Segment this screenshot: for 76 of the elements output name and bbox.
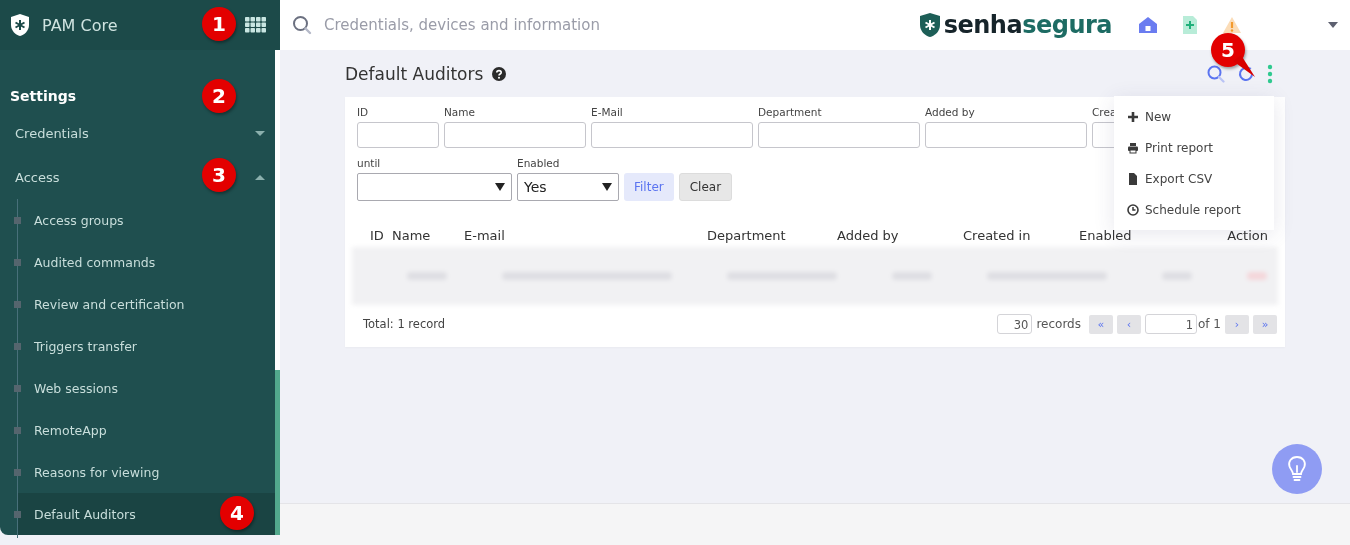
- sidebar-subitem[interactable]: Web sessions: [18, 367, 275, 409]
- shield-logo-icon: [918, 12, 941, 38]
- input-field[interactable]: [444, 122, 586, 148]
- bullet-icon: [14, 384, 21, 392]
- section-title: Settings: [9, 87, 77, 106]
- filter-label: Department: [758, 105, 822, 119]
- column-header[interactable]: Created in: [963, 228, 1031, 243]
- more-icon[interactable]: [1267, 64, 1273, 84]
- home-icon[interactable]: [1138, 16, 1158, 34]
- bullet-icon: [14, 426, 21, 434]
- menu-item[interactable]: Print report: [1114, 132, 1274, 163]
- column-header[interactable]: Added by: [837, 228, 899, 243]
- input-field[interactable]: [591, 122, 753, 148]
- page-number-field[interactable]: 1: [1145, 314, 1197, 334]
- shield-icon: [10, 13, 30, 37]
- input-field[interactable]: [758, 122, 920, 148]
- filter-label: ID: [357, 105, 369, 119]
- column-header[interactable]: Enabled: [1079, 228, 1132, 243]
- sidebar-subitem[interactable]: Access groups: [18, 199, 275, 241]
- caret-down-icon: [495, 183, 505, 191]
- warning-icon[interactable]: [1222, 16, 1242, 34]
- column-header[interactable]: Name: [392, 228, 431, 243]
- select-field[interactable]: Yes: [517, 173, 619, 201]
- scrollbar-thumb[interactable]: [275, 370, 280, 535]
- sidebar-subitem[interactable]: Review and certification: [18, 283, 275, 325]
- search-icon[interactable]: [1207, 65, 1225, 83]
- sidebar-item[interactable]: Access: [15, 169, 60, 185]
- column-header[interactable]: E-mail: [464, 228, 505, 243]
- search-field[interactable]: Credentials, devices and information: [322, 15, 686, 35]
- input-field[interactable]: [357, 122, 439, 148]
- filter-label: until: [357, 156, 381, 170]
- caret-down-icon[interactable]: [1328, 22, 1338, 28]
- select-field[interactable]: [357, 173, 512, 201]
- column-header[interactable]: ID: [370, 228, 384, 243]
- bullet-icon: [14, 510, 21, 518]
- page-title: Default Auditors: [345, 64, 484, 84]
- input-field[interactable]: [925, 122, 1087, 148]
- lightbulb-icon[interactable]: [1272, 444, 1322, 494]
- sidebar-subitem[interactable]: Audited commands: [18, 241, 275, 283]
- plus-icon: [1127, 110, 1139, 123]
- sidebar-subitem[interactable]: RemoteApp: [18, 409, 275, 451]
- menu-item[interactable]: Schedule report: [1114, 194, 1274, 225]
- page-count: of 1: [1198, 317, 1221, 331]
- bullet-icon: [14, 258, 21, 266]
- bullet-icon: [14, 468, 21, 476]
- logo-text: senhasegura: [943, 11, 1112, 39]
- filter-label: E-Mail: [591, 105, 623, 119]
- caret-up-icon[interactable]: [255, 174, 265, 180]
- printer-icon: [1127, 141, 1139, 154]
- caret-down-icon[interactable]: [255, 130, 265, 136]
- caret-down-icon: [602, 183, 612, 191]
- help-icon: [492, 67, 507, 81]
- page-size-field[interactable]: 30: [997, 314, 1033, 334]
- records-label: records: [1036, 317, 1081, 331]
- search-icon: [292, 15, 312, 35]
- column-header[interactable]: Action: [1227, 228, 1268, 243]
- app-name: PAM Core: [42, 15, 118, 35]
- bullet-icon: [14, 216, 21, 224]
- file-icon: [1127, 172, 1139, 185]
- sidebar-item[interactable]: Credentials: [15, 125, 89, 141]
- grid-icon[interactable]: [245, 17, 266, 33]
- file-plus-icon[interactable]: [1182, 15, 1198, 35]
- clock-icon: [1127, 203, 1139, 216]
- clear-button[interactable]: Clear: [678, 173, 733, 201]
- sidebar-subitem[interactable]: Reasons for viewing: [18, 451, 275, 493]
- record-total: Total: 1 record: [363, 317, 446, 331]
- filter-label: Name: [444, 105, 475, 119]
- column-header[interactable]: Department: [707, 228, 786, 243]
- sidebar-subitem[interactable]: Triggers transfer: [18, 325, 275, 367]
- pointer-icon: [1233, 55, 1255, 77]
- filter-label: Enabled: [517, 156, 560, 170]
- bullet-icon: [14, 300, 21, 308]
- bullet-icon: [14, 342, 21, 350]
- menu-item[interactable]: Export CSV: [1114, 163, 1274, 194]
- menu-item[interactable]: New: [1114, 101, 1274, 132]
- filter-label: Added by: [925, 105, 975, 119]
